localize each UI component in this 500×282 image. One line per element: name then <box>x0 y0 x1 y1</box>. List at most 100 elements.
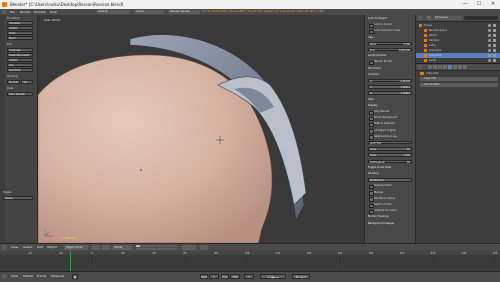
numeric-field[interactable]: Grid Floor <box>368 141 412 145</box>
panel-section-label[interactable]: Background Images <box>368 222 394 225</box>
record-button[interactable]: ● <box>72 274 78 279</box>
start-frame-field[interactable]: 1 <box>209 274 219 279</box>
panel-section-label[interactable]: Clip: <box>368 36 374 39</box>
current-frame-field[interactable]: 1 <box>244 274 254 279</box>
snap-toggle[interactable] <box>182 245 196 250</box>
mirror-button[interactable]: Mirror <box>7 36 33 40</box>
layer-toggle[interactable] <box>157 247 161 250</box>
numeric-field[interactable]: Y: 0.08911 <box>368 85 412 89</box>
end-frame-field[interactable]: 250 <box>230 274 240 279</box>
checkbox[interactable] <box>369 209 374 215</box>
operator-panel-header[interactable]: Toggle <box>3 191 11 194</box>
smooth-button[interactable]: Smooth <box>7 80 20 84</box>
checkbox[interactable] <box>369 135 374 140</box>
world-tab-icon[interactable] <box>438 65 442 69</box>
material-tab-icon[interactable] <box>458 65 462 69</box>
data-tab-icon[interactable] <box>453 65 457 69</box>
layer-toggle[interactable] <box>152 247 156 250</box>
viewport-scene[interactable] <box>38 15 363 243</box>
selectable-arrow-icon[interactable] <box>493 34 496 37</box>
3d-view-editor-icon[interactable] <box>2 245 7 250</box>
menu-frame[interactable]: Frame <box>37 273 46 280</box>
set-origin-button[interactable]: Set Origin <box>7 68 33 72</box>
outliner-item[interactable]: Lamp <box>416 58 500 63</box>
operator-toggle-field[interactable]: Toggle <box>3 196 33 200</box>
numeric-field[interactable]: Z: 0.38414 <box>368 91 412 95</box>
layer-toggle[interactable] <box>173 247 177 250</box>
interaction-mode-select[interactable]: Object Mode <box>64 245 88 250</box>
outliner-search-input[interactable] <box>464 16 498 20</box>
object-name-field[interactable]: Cube.002 <box>420 77 498 81</box>
menu-marker[interactable]: Marker <box>23 273 33 280</box>
visibility-eye-icon[interactable] <box>488 54 491 57</box>
layer-toggle[interactable] <box>144 247 148 250</box>
modifier-tab-icon[interactable] <box>448 65 452 69</box>
join-button[interactable]: Join <box>7 63 33 67</box>
panel-section-label[interactable]: Item <box>368 98 374 101</box>
visibility-eye-icon[interactable] <box>488 24 491 27</box>
layer-buttons[interactable] <box>136 245 177 250</box>
object-tab-icon[interactable] <box>443 65 447 69</box>
checkbox[interactable] <box>369 116 374 122</box>
playback-controls[interactable]: ⏮ ◀ ▶ ⏭ <box>260 274 286 279</box>
panel-section-label[interactable]: Display <box>368 104 378 107</box>
menu-view[interactable]: View <box>11 244 18 251</box>
selectable-arrow-icon[interactable] <box>493 59 496 62</box>
outliner-editor-icon[interactable] <box>418 16 423 20</box>
menu-object[interactable]: Object <box>47 244 57 251</box>
delete-button[interactable]: Delete <box>7 58 33 62</box>
layer-toggle[interactable] <box>148 247 152 250</box>
checkbox[interactable] <box>369 191 374 196</box>
checkbox[interactable] <box>369 29 374 35</box>
checkbox[interactable] <box>369 203 374 209</box>
render-tab-icon[interactable] <box>428 65 432 69</box>
render-preview-button[interactable] <box>200 245 208 250</box>
menu-select[interactable]: Select <box>23 244 32 251</box>
tool-shelf-tabs[interactable] <box>0 15 5 242</box>
duplicate-linked-button[interactable]: Duplicate Linked <box>7 53 33 57</box>
selectable-arrow-icon[interactable] <box>493 44 496 47</box>
numeric-field[interactable]: Start: 0.100 <box>368 41 412 46</box>
menu-playback[interactable]: Playback <box>51 273 64 280</box>
maximize-button[interactable]: ☐ <box>472 0 486 9</box>
editor-type-icon[interactable] <box>2 10 7 14</box>
rotate-button[interactable]: Rotate <box>7 26 33 30</box>
checkbox[interactable] <box>369 122 374 128</box>
flat-button[interactable]: Flat <box>20 80 33 84</box>
section-header-shading[interactable]: Shading <box>7 75 18 78</box>
duplicate-button[interactable]: Duplicate <box>7 48 33 52</box>
checkbox[interactable] <box>369 197 374 202</box>
checkbox[interactable] <box>369 23 374 29</box>
menu-add[interactable]: Add <box>37 244 43 251</box>
outliner-display-mode-select[interactable]: All Scenes <box>434 16 462 20</box>
visibility-eye-icon[interactable] <box>488 59 491 62</box>
pivot-point-select[interactable] <box>102 245 110 250</box>
translate-button[interactable]: Translate <box>7 21 33 25</box>
numeric-field[interactable]: Multitexture <box>368 178 412 182</box>
numeric-field[interactable]: Subdivisions: 10 <box>368 159 412 164</box>
layer-toggle[interactable] <box>140 247 144 250</box>
viewport-shading-select[interactable] <box>92 245 100 250</box>
properties-editor-icon[interactable] <box>418 65 423 69</box>
checkbox[interactable] <box>369 129 374 134</box>
sync-mode-select[interactable]: No Sync <box>292 274 310 279</box>
layer-toggle[interactable] <box>165 247 169 250</box>
minimize-button[interactable]: — <box>458 0 472 9</box>
add-modifier-button[interactable]: Add Modifier <box>420 83 498 87</box>
numeric-field[interactable]: End: 1000.000 <box>368 48 412 52</box>
visibility-eye-icon[interactable] <box>488 29 491 32</box>
panel-section-label[interactable]: Shading <box>368 172 379 175</box>
section-header-transform[interactable]: Transform <box>7 17 20 20</box>
timeline-editor-icon[interactable] <box>2 274 7 279</box>
visibility-eye-icon[interactable] <box>488 34 491 37</box>
texture-tab-icon[interactable] <box>463 65 467 69</box>
layer-toggle[interactable] <box>161 247 165 250</box>
selectable-arrow-icon[interactable] <box>493 54 496 57</box>
numeric-field[interactable]: Scale: 1.000 <box>368 153 412 157</box>
scale-button[interactable]: Scale <box>7 31 33 35</box>
checkbox[interactable] <box>369 184 374 190</box>
panel-section-label[interactable]: 3D Cursor <box>368 67 381 70</box>
numeric-field[interactable]: X: -0.06782 <box>368 79 412 83</box>
panel-section-label[interactable]: Motion Tracking <box>368 215 388 218</box>
selectable-arrow-icon[interactable] <box>493 49 496 52</box>
